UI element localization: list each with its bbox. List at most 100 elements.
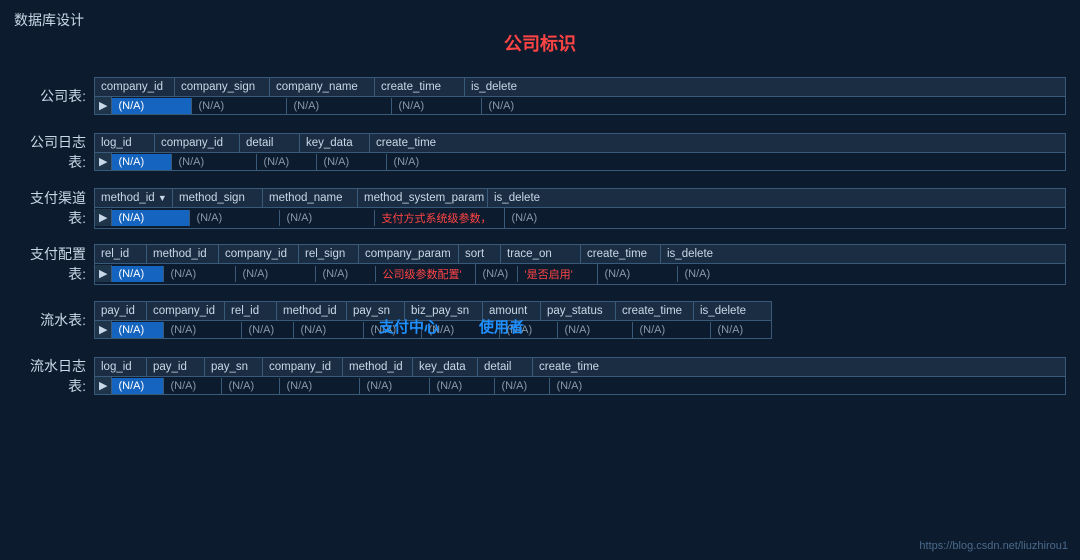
table-row: 流水日志表:log_idpay_idpay_sncompany_idmethod… <box>14 350 1066 402</box>
body-cell: (N/A) <box>392 98 482 114</box>
body-cell: (N/A) <box>280 378 360 394</box>
col-header: log_id <box>95 134 155 152</box>
col-header: pay_id <box>95 302 147 320</box>
col-header: is_delete <box>488 189 558 207</box>
body-cell: (N/A) <box>257 154 317 170</box>
body-cell: (N/A) <box>287 98 392 114</box>
col-header: company_sign <box>175 78 270 96</box>
col-header: rel_sign <box>299 245 359 263</box>
col-header: is_delete <box>694 302 754 320</box>
db-table: company_idcompany_signcompany_namecreate… <box>94 77 1066 115</box>
col-header: create_time <box>581 245 661 263</box>
body-cell: (N/A) <box>164 378 222 394</box>
body-cell: (N/A) <box>242 322 294 338</box>
body-cell: (N/A) <box>236 266 316 282</box>
body-cell: (N/A) <box>558 322 633 338</box>
db-table: method_id ▼method_signmethod_namemethod_… <box>94 188 1066 229</box>
body-cell: 支付方式系统级参数， <box>375 208 505 228</box>
center-label: 公司标识 <box>14 30 1066 56</box>
row-label: 流水表: <box>14 310 86 330</box>
row-label: 支付渠道表: <box>14 188 86 228</box>
body-cell: (N/A) <box>430 378 495 394</box>
col-header: company_name <box>270 78 375 96</box>
col-header: pay_sn <box>205 358 263 376</box>
body-cell: (N/A) <box>112 98 192 114</box>
db-table: log_idcompany_iddetailkey_datacreate_tim… <box>94 133 1066 171</box>
body-cell: (N/A) <box>172 154 257 170</box>
col-header: create_time <box>533 358 613 376</box>
col-header: company_id <box>95 78 175 96</box>
col-header: detail <box>240 134 300 152</box>
col-header: method_id <box>343 358 413 376</box>
row-label: 流水日志表: <box>14 356 86 396</box>
body-cell: (N/A) <box>678 266 738 282</box>
body-cell: (N/A) <box>112 210 190 226</box>
body-cell: (N/A) <box>482 98 552 114</box>
body-cell: (N/A) <box>190 210 280 226</box>
col-header: trace_on <box>501 245 581 263</box>
col-header: pay_sn <box>347 302 405 320</box>
body-cell: (N/A) <box>112 378 164 394</box>
body-cell: (N/A) <box>550 378 630 394</box>
body-cell: (N/A) <box>422 322 500 338</box>
col-header: company_id <box>219 245 299 263</box>
col-header: method_id <box>147 245 219 263</box>
col-header: rel_id <box>95 245 147 263</box>
col-header: log_id <box>95 358 147 376</box>
col-header: method_name <box>263 189 358 207</box>
row-arrow: ▶ <box>95 153 112 170</box>
col-header: create_time <box>616 302 694 320</box>
body-cell: (N/A) <box>164 322 242 338</box>
body-cell: (N/A) <box>294 322 364 338</box>
body-cell: (N/A) <box>112 154 172 170</box>
col-header: key_data <box>413 358 478 376</box>
body-cell: (N/A) <box>316 266 376 282</box>
db-table: rel_idmethod_idcompany_idrel_signcompany… <box>94 244 1066 285</box>
body-cell: (N/A) <box>317 154 387 170</box>
body-cell: (N/A) <box>598 266 678 282</box>
col-header: method_id <box>277 302 347 320</box>
table-row: 流水表:pay_idcompany_idrel_idmethod_idpay_s… <box>14 294 1066 346</box>
table-row: 公司表: company_idcompany_signcompany_namecr… <box>14 70 1066 122</box>
col-header: method_id ▼ <box>95 189 173 207</box>
body-cell: (N/A) <box>112 266 164 282</box>
col-header: method_system_param <box>358 189 488 207</box>
col-header: rel_id <box>225 302 277 320</box>
col-header: pay_id <box>147 358 205 376</box>
page-title: 数据库设计 <box>14 10 84 30</box>
body-cell: (N/A) <box>192 98 287 114</box>
body-cell: (N/A) <box>280 210 375 226</box>
body-cell: (N/A) <box>222 378 280 394</box>
col-header: company_id <box>147 302 225 320</box>
col-header: detail <box>478 358 533 376</box>
body-cell: (N/A) <box>387 154 477 170</box>
col-header: pay_status <box>541 302 616 320</box>
body-cell: (N/A) <box>495 378 550 394</box>
db-table: log_idpay_idpay_sncompany_idmethod_idkey… <box>94 357 1066 395</box>
row-arrow: ▶ <box>95 209 112 226</box>
table-row: 支付渠道表:method_id ▼method_signmethod_namem… <box>14 182 1066 234</box>
body-cell: (N/A) <box>711 322 771 338</box>
col-header: create_time <box>375 78 465 96</box>
row-arrow: ▶ <box>95 377 112 394</box>
col-header: company_id <box>155 134 240 152</box>
row-label: 支付配置表: <box>14 244 86 284</box>
col-header: method_sign <box>173 189 263 207</box>
col-header: key_data <box>300 134 370 152</box>
col-header: company_id <box>263 358 343 376</box>
table-row: 公司日志表:log_idcompany_iddetailkey_datacrea… <box>14 126 1066 178</box>
body-cell: (N/A) <box>164 266 236 282</box>
body-cell: (N/A) <box>633 322 711 338</box>
body-cell: (N/A) <box>505 210 575 226</box>
col-header: is_delete <box>661 245 721 263</box>
col-header: amount <box>483 302 541 320</box>
body-cell: (N/A) <box>364 322 422 338</box>
body-cell: (N/A) <box>476 266 518 282</box>
row-arrow: ▶ <box>95 265 112 282</box>
body-cell: '是否启用' <box>518 264 598 284</box>
row-arrow: ▶ <box>95 97 112 114</box>
col-header: create_time <box>370 134 460 152</box>
row-label: 公司表: <box>14 86 86 106</box>
col-header: company_param <box>359 245 459 263</box>
col-header: sort <box>459 245 501 263</box>
